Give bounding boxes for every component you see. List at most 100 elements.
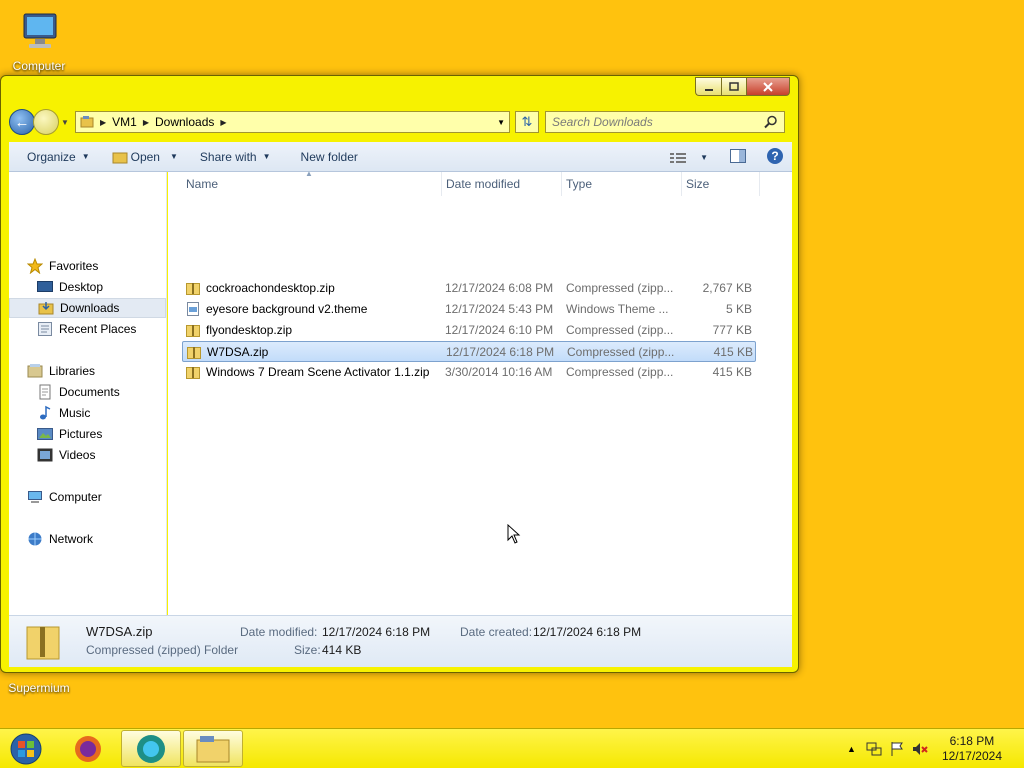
view-options-icon bbox=[670, 152, 687, 163]
file-size: 5 KB bbox=[725, 302, 752, 316]
nav-network[interactable]: Network bbox=[27, 529, 157, 549]
show-hidden-icons-button[interactable]: ▲ bbox=[847, 744, 856, 754]
desktop-icon-supermium[interactable]: Supermium bbox=[4, 676, 74, 695]
close-button[interactable] bbox=[747, 77, 790, 96]
sort-ascending-icon: ▲ bbox=[305, 169, 313, 178]
explorer-icon bbox=[196, 735, 230, 762]
open-button[interactable]: Open ▼ bbox=[112, 150, 178, 164]
help-button[interactable]: ? bbox=[766, 147, 784, 168]
chevron-down-icon: ▼ bbox=[81, 152, 90, 161]
file-size: 415 KB bbox=[712, 365, 752, 379]
file-size: 415 KB bbox=[713, 345, 753, 359]
file-name: cockroachondesktop.zip bbox=[206, 281, 335, 295]
breadcrumb-separator[interactable]: ▶ bbox=[100, 118, 106, 127]
nav-label: Libraries bbox=[49, 364, 96, 378]
column-size[interactable]: Size bbox=[682, 172, 760, 196]
file-row[interactable]: Windows 7 Dream Scene Activator 1.1.zip … bbox=[182, 362, 756, 383]
explorer-window: ← ▼ ▶ VM1 ▶ Downloads ▶ ▼ ⇅ Search Downl… bbox=[0, 75, 799, 673]
search-placeholder: Search Downloads bbox=[552, 115, 653, 129]
file-date: 12/17/2024 6:18 PM bbox=[446, 345, 555, 359]
breadcrumb-downloads[interactable]: Downloads bbox=[155, 115, 214, 129]
star-icon bbox=[27, 258, 43, 274]
theme-file-icon bbox=[187, 302, 199, 316]
documents-icon bbox=[37, 384, 53, 400]
nav-desktop[interactable]: Desktop bbox=[37, 277, 157, 297]
file-row[interactable]: flyondesktop.zip 12/17/2024 6:10 PM Comp… bbox=[182, 320, 756, 341]
clock[interactable]: 6:18 PM 12/17/2024 bbox=[942, 734, 1002, 764]
detail-file-name: W7DSA.zip bbox=[86, 624, 153, 639]
music-note-icon bbox=[37, 405, 53, 421]
taskbar-explorer[interactable] bbox=[183, 730, 243, 767]
volume-muted-icon[interactable] bbox=[912, 741, 928, 757]
folder-icon bbox=[112, 152, 128, 163]
desktop-icon-label: Computer bbox=[12, 59, 66, 73]
help-icon: ? bbox=[767, 148, 783, 164]
nav-label: Favorites bbox=[49, 259, 99, 273]
refresh-button[interactable]: ⇅ bbox=[515, 111, 539, 133]
desktop-icon bbox=[37, 279, 53, 295]
preview-pane-button[interactable] bbox=[730, 149, 746, 166]
taskbar: ▲ 6:18 PM 12/17/2024 bbox=[0, 728, 1024, 768]
search-box[interactable]: Search Downloads bbox=[545, 111, 785, 133]
nav-computer[interactable]: Computer bbox=[27, 487, 157, 507]
share-with-button[interactable]: Share with ▼ bbox=[200, 150, 271, 164]
action-center-flag-icon[interactable] bbox=[890, 741, 904, 757]
column-date-modified[interactable]: Date modified bbox=[442, 172, 562, 196]
chevron-down-icon: ▼ bbox=[700, 153, 708, 162]
nav-label: Network bbox=[49, 532, 94, 546]
organize-button[interactable]: Organize ▼ bbox=[27, 150, 90, 164]
start-button[interactable] bbox=[6, 731, 46, 767]
file-list: Name Date modified Type Size ▲ cockroach… bbox=[168, 169, 792, 615]
chevron-down-icon: ▼ bbox=[262, 152, 271, 161]
maximize-button[interactable] bbox=[721, 77, 747, 96]
nav-downloads[interactable]: Downloads bbox=[9, 298, 166, 318]
file-row[interactable]: cockroachondesktop.zip 12/17/2024 6:08 P… bbox=[182, 278, 756, 299]
computer-icon bbox=[4, 8, 74, 57]
detail-date-modified-label: Date modified: bbox=[240, 625, 318, 639]
system-tray: ▲ 6:18 PM 12/17/2024 bbox=[847, 729, 1024, 768]
back-button[interactable]: ← bbox=[9, 109, 35, 135]
breadcrumb-separator[interactable]: ▶ bbox=[143, 118, 149, 127]
address-bar-row: ← ▼ ▶ VM1 ▶ Downloads ▶ ▼ ⇅ Search Downl… bbox=[9, 108, 792, 136]
taskbar-supermium[interactable] bbox=[121, 730, 181, 767]
file-row[interactable]: eyesore background v2.theme 12/17/2024 5… bbox=[182, 299, 756, 320]
new-folder-button[interactable]: New folder bbox=[301, 150, 358, 164]
file-row-selected[interactable]: W7DSA.zip 12/17/2024 6:18 PM Compressed … bbox=[182, 341, 756, 362]
desktop-icon-computer[interactable]: Computer bbox=[4, 8, 74, 73]
nav-documents[interactable]: Documents bbox=[37, 382, 157, 402]
column-headers: Name Date modified Type Size ▲ bbox=[168, 169, 792, 196]
change-view-button[interactable]: ▼ bbox=[670, 152, 708, 164]
nav-pictures[interactable]: Pictures bbox=[37, 424, 157, 444]
pictures-icon bbox=[37, 426, 53, 442]
detail-size-label: Size: bbox=[294, 643, 321, 657]
zip-folder-icon bbox=[186, 325, 200, 337]
nav-label: Documents bbox=[59, 385, 120, 399]
forward-button[interactable] bbox=[33, 109, 59, 135]
nav-recent-places[interactable]: Recent Places bbox=[37, 319, 157, 339]
breadcrumb-vm1[interactable]: VM1 bbox=[112, 115, 137, 129]
detail-date-created-label: Date created: bbox=[460, 625, 533, 639]
column-type[interactable]: Type bbox=[562, 172, 682, 196]
nav-videos[interactable]: Videos bbox=[37, 445, 157, 465]
recent-pages-dropdown[interactable]: ▼ bbox=[59, 118, 71, 127]
windows-start-icon bbox=[10, 733, 42, 765]
zip-folder-icon bbox=[186, 283, 200, 295]
nav-label: Computer bbox=[49, 490, 102, 504]
address-bar[interactable]: ▶ VM1 ▶ Downloads ▶ ▼ bbox=[75, 111, 510, 133]
address-dropdown[interactable]: ▼ bbox=[497, 118, 505, 127]
file-date: 12/17/2024 6:10 PM bbox=[445, 323, 554, 337]
nav-favorites[interactable]: Favorites bbox=[27, 256, 157, 276]
refresh-icon: ⇅ bbox=[521, 114, 533, 129]
zip-folder-large-icon bbox=[26, 626, 60, 660]
mouse-cursor-icon bbox=[507, 524, 521, 544]
nav-libraries[interactable]: Libraries bbox=[27, 361, 157, 381]
nav-music[interactable]: Music bbox=[37, 403, 157, 423]
detail-date-created: 12/17/2024 6:18 PM bbox=[533, 625, 642, 639]
network-status-icon[interactable] bbox=[866, 741, 882, 757]
file-date: 3/30/2014 10:16 AM bbox=[445, 365, 553, 379]
file-size: 777 KB bbox=[712, 323, 752, 337]
taskbar-firefox[interactable] bbox=[58, 730, 118, 767]
minimize-button[interactable] bbox=[695, 77, 721, 96]
breadcrumb-separator[interactable]: ▶ bbox=[220, 118, 226, 127]
clock-time: 6:18 PM bbox=[949, 734, 995, 748]
